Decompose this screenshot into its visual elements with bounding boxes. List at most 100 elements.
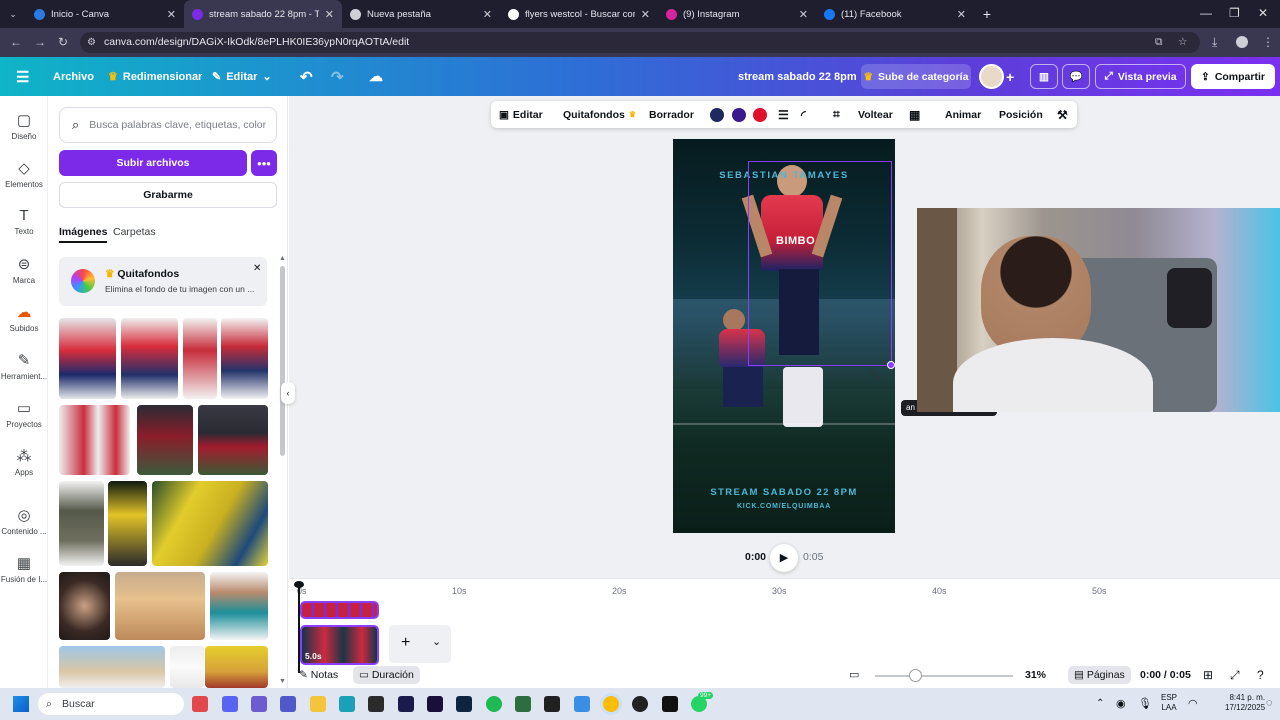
collapse-panel-button[interactable]: ‹ xyxy=(281,382,295,404)
notes-button[interactable]: ✎ Notas xyxy=(299,669,338,681)
add-page-icon[interactable]: + xyxy=(401,634,410,652)
close-icon[interactable]: ✕ xyxy=(253,263,261,274)
browser-tab[interactable]: Nueva pestaña ✕ xyxy=(342,0,500,28)
hamburger-icon[interactable]: ☰ xyxy=(16,57,29,96)
tray-chevron-icon[interactable]: ⌃ xyxy=(1096,698,1104,709)
zoom-level[interactable]: 31% xyxy=(1025,669,1046,681)
file-explorer-icon[interactable] xyxy=(310,696,326,712)
clock[interactable]: 8:41 p. m. 17/12/2025 xyxy=(1225,693,1265,713)
zoom-slider-track[interactable] xyxy=(875,675,1013,677)
video-clip[interactable]: 5.0s xyxy=(300,625,379,665)
redo-icon[interactable]: ↷ xyxy=(331,57,344,96)
close-icon[interactable]: ✕ xyxy=(641,8,650,21)
close-icon[interactable]: ✕ xyxy=(483,8,492,21)
cloud-sync-icon[interactable]: ☁ xyxy=(369,57,383,96)
grid-view-icon[interactable]: ⊞ xyxy=(1203,668,1213,682)
image-thumbnail[interactable] xyxy=(59,481,104,566)
browser-tab[interactable]: (9) Instagram ✕ xyxy=(658,0,816,28)
close-icon[interactable]: ✕ xyxy=(325,8,334,21)
photoshop-icon[interactable] xyxy=(456,696,472,712)
pages-button[interactable]: ▤ Páginas xyxy=(1068,666,1131,684)
playhead-handle[interactable] xyxy=(294,581,304,588)
windows-start-icon[interactable] xyxy=(13,696,29,712)
browser-tab[interactable]: Inicio - Canva ✕ xyxy=(26,0,184,28)
tray-app-icon[interactable]: ◉ xyxy=(1116,697,1126,710)
app-icon[interactable] xyxy=(368,696,384,712)
flip-button[interactable]: Voltear xyxy=(858,101,893,128)
after-effects-icon[interactable] xyxy=(398,696,414,712)
preview-button[interactable]: ⤢ Vista previa xyxy=(1095,64,1186,89)
chevron-down-icon[interactable]: ⌄ xyxy=(432,635,441,648)
rail-brand[interactable]: ⊜ Marca xyxy=(0,255,48,285)
color-swatch[interactable] xyxy=(753,108,767,122)
reload-icon[interactable]: ↻ xyxy=(58,35,68,49)
close-icon[interactable]: ✕ xyxy=(957,8,966,21)
design-page[interactable]: BIMBO SEBASTIAN TAMAYES STREAM SABADO 22… xyxy=(673,139,895,533)
image-thumbnail[interactable] xyxy=(121,318,178,399)
app-icon[interactable] xyxy=(515,696,531,712)
add-collaborator-icon[interactable]: + xyxy=(1006,57,1014,96)
download-icon[interactable]: ⤓ xyxy=(1212,35,1217,50)
spotify-icon[interactable] xyxy=(486,696,502,712)
promo-card[interactable]: ♛ Quitafondos Elimina el fondo de tu ima… xyxy=(59,257,267,306)
tab-list-button[interactable]: ⌄ xyxy=(0,0,26,28)
rail-text[interactable]: T Texto xyxy=(0,207,48,236)
record-button[interactable]: Grabarme xyxy=(59,182,277,208)
notification-icon[interactable]: ◌ xyxy=(1266,697,1273,709)
zoom-slider-thumb[interactable] xyxy=(909,669,922,682)
discord-icon[interactable] xyxy=(222,696,238,712)
search-input[interactable]: ⌕ Busca palabras clave, etiquetas, color xyxy=(59,107,277,143)
minimize-icon[interactable]: — xyxy=(1200,6,1212,20)
taskbar-search[interactable]: ⌕ Buscar xyxy=(38,693,184,715)
crop-icon[interactable]: ⌗ xyxy=(833,101,840,128)
color-swatch[interactable] xyxy=(732,108,746,122)
image-thumbnail[interactable] xyxy=(59,318,116,399)
capcut-icon[interactable] xyxy=(544,696,560,712)
fullscreen-icon[interactable]: ⤢ xyxy=(1230,668,1240,683)
obs-icon[interactable] xyxy=(632,696,648,712)
eraser-button[interactable]: Borrador xyxy=(649,101,694,128)
upload-files-button[interactable]: Subir archivos xyxy=(59,150,247,176)
tab-images[interactable]: Imágenes xyxy=(59,226,108,243)
position-button[interactable]: Posición xyxy=(999,101,1043,128)
image-thumbnail[interactable] xyxy=(108,481,147,566)
selection-box[interactable] xyxy=(748,161,892,366)
image-thumbnail[interactable] xyxy=(59,405,130,475)
profile-avatar[interactable] xyxy=(1236,36,1248,48)
scroll-up-icon[interactable]: ▲ xyxy=(279,255,286,262)
color-swatch[interactable] xyxy=(710,108,724,122)
close-icon[interactable]: ✕ xyxy=(799,8,808,21)
app-icon[interactable] xyxy=(574,696,590,712)
rail-merge[interactable]: ▦ Fusión de I... xyxy=(0,554,48,584)
image-thumbnail[interactable] xyxy=(170,646,204,688)
close-window-icon[interactable]: ✕ xyxy=(1258,6,1268,20)
rail-projects[interactable]: ▭ Proyectos xyxy=(0,399,48,429)
tiktok-icon[interactable] xyxy=(662,696,678,712)
paint-format-icon[interactable]: ⚒ xyxy=(1057,101,1068,128)
border-style-icon[interactable]: ☰ xyxy=(778,101,789,128)
image-thumbnail[interactable] xyxy=(210,572,268,640)
menu-dots-icon[interactable]: ⋮ xyxy=(1262,35,1274,49)
language-indicator[interactable]: ESP LAA xyxy=(1161,693,1177,713)
share-button[interactable]: ⇪ Compartir xyxy=(1191,64,1275,89)
rail-elements[interactable]: ◇ Elementos xyxy=(0,159,48,189)
file-menu[interactable]: Archivo xyxy=(53,57,94,96)
new-tab-button[interactable]: + xyxy=(974,0,1000,28)
fit-screen-icon[interactable]: ▭ xyxy=(849,668,859,681)
remove-bg-button[interactable]: Quitafondos ♛ xyxy=(563,101,636,128)
app-icon[interactable] xyxy=(251,696,267,712)
image-thumbnail[interactable] xyxy=(198,405,268,475)
image-thumbnail[interactable] xyxy=(152,481,268,566)
resize-handle[interactable] xyxy=(887,361,895,369)
rail-uploads[interactable]: ☁ Subidos xyxy=(0,303,48,333)
rail-content[interactable]: ◎ Contenido ... xyxy=(0,506,48,536)
bookmark-star-icon[interactable]: ☆ xyxy=(1178,32,1187,53)
teams-icon[interactable] xyxy=(280,696,296,712)
close-icon[interactable]: ✕ xyxy=(167,8,176,21)
help-icon[interactable]: ? xyxy=(1257,668,1264,682)
microphone-icon[interactable]: 🎙 xyxy=(1138,697,1152,710)
browser-tab-active[interactable]: stream sabado 22 8pm - Tu his✕ xyxy=(184,0,342,28)
insights-icon[interactable]: ▥ xyxy=(1030,64,1058,89)
image-thumbnail[interactable] xyxy=(183,318,217,399)
site-info-icon[interactable]: ⚙ xyxy=(87,32,96,53)
